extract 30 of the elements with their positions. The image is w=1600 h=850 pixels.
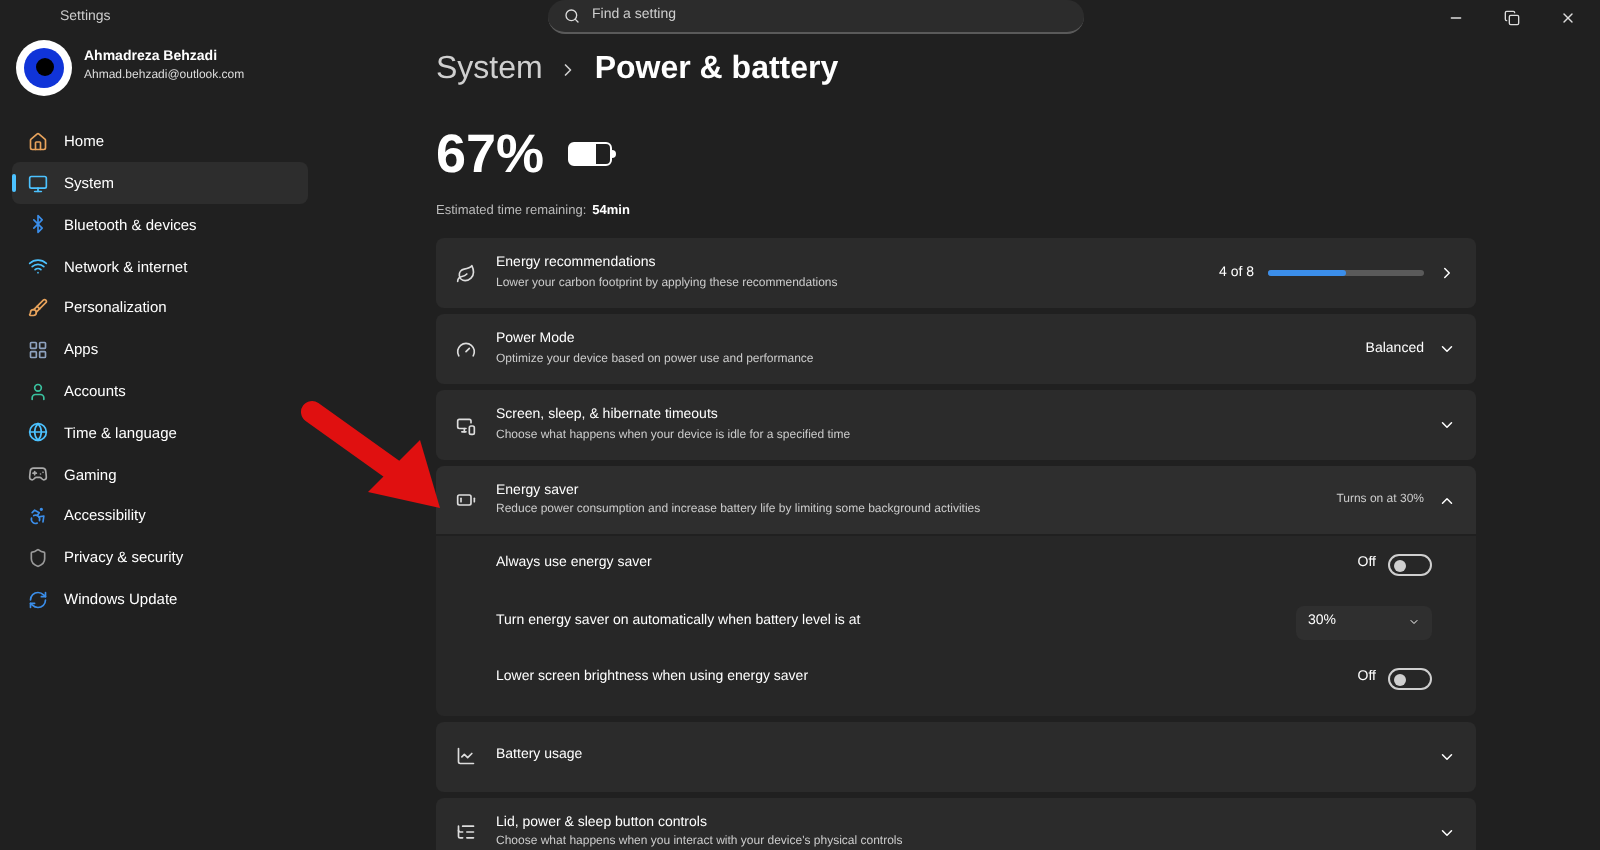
battery-icon xyxy=(568,142,617,167)
screen-icon xyxy=(456,415,476,436)
refresh-icon xyxy=(28,589,48,610)
pointer-arrow-drawing xyxy=(300,396,444,512)
toggle-switch[interactable] xyxy=(1388,668,1432,690)
shield-icon xyxy=(28,547,48,568)
page-title: Power & battery xyxy=(594,50,839,90)
leaf-icon xyxy=(456,263,476,284)
avatar xyxy=(16,39,72,95)
gauge-icon xyxy=(456,339,476,360)
apps-grid-icon xyxy=(28,339,48,360)
accessibility-icon xyxy=(28,506,48,527)
globe-icon xyxy=(28,422,48,443)
monitor-icon xyxy=(28,173,48,194)
brush-icon xyxy=(28,298,48,319)
chevron-right-icon[interactable] xyxy=(1438,264,1456,283)
close-icon[interactable] xyxy=(1560,10,1576,26)
person-icon xyxy=(28,381,48,402)
bluetooth-icon xyxy=(28,214,48,235)
list-icon xyxy=(456,822,476,843)
battery-percent: 67% xyxy=(436,122,545,188)
breadcrumb-parent[interactable]: System xyxy=(436,46,543,94)
home-icon xyxy=(28,131,48,152)
search-icon xyxy=(564,8,580,24)
gamepad-icon xyxy=(28,464,48,485)
line-chart-icon xyxy=(456,746,476,767)
toggle-switch[interactable] xyxy=(1388,554,1432,576)
restore-icon[interactable] xyxy=(1504,10,1520,26)
chevron-down-icon xyxy=(1408,616,1420,628)
battery-leaf-icon xyxy=(456,490,476,511)
